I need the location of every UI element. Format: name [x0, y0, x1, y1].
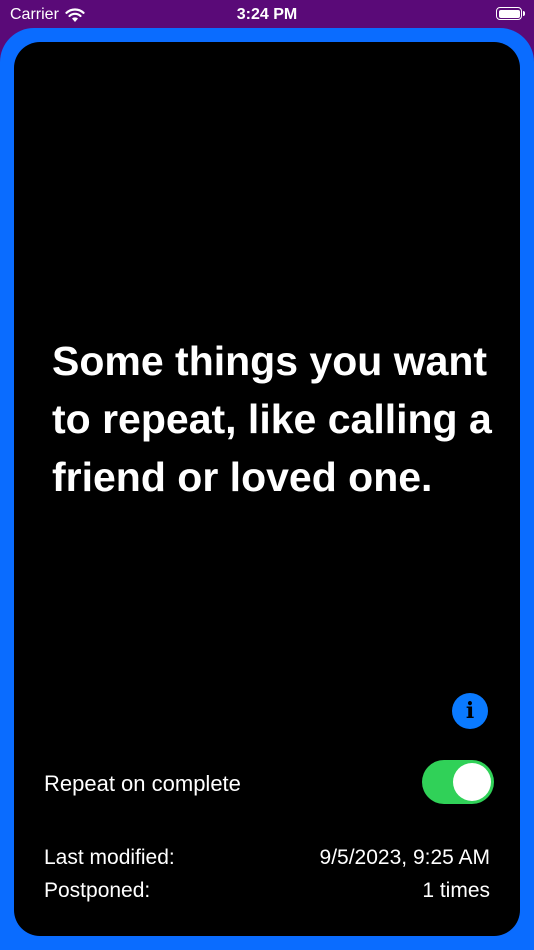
postponed-row: Postponed: 1 times — [44, 879, 490, 903]
status-bar: Carrier 3:24 PM — [0, 0, 534, 30]
last-modified-label: Last modified: — [44, 846, 175, 869]
repeat-on-complete-toggle[interactable] — [422, 760, 494, 804]
last-modified-value: 9/5/2023, 9:25 AM — [319, 846, 490, 869]
reminder-card[interactable]: Some things you want to repeat, like cal… — [14, 42, 520, 936]
battery-icon — [496, 7, 525, 20]
status-time: 3:24 PM — [236, 6, 298, 23]
toggle-knob — [453, 763, 491, 801]
battery-level — [498, 9, 520, 18]
card-headline: Some things you want to repeat, like cal… — [52, 338, 492, 500]
postponed-value: 1 times — [422, 879, 490, 902]
info-button[interactable]: i — [452, 693, 488, 729]
repeat-on-complete-label: Repeat on complete — [44, 771, 241, 796]
postponed-label: Postponed: — [44, 879, 151, 902]
info-circle-icon: i — [465, 698, 475, 724]
last-modified-row: Last modified: 9/5/2023, 9:25 AM — [44, 846, 490, 870]
repeat-on-complete-row: Repeat on complete — [44, 760, 494, 804]
